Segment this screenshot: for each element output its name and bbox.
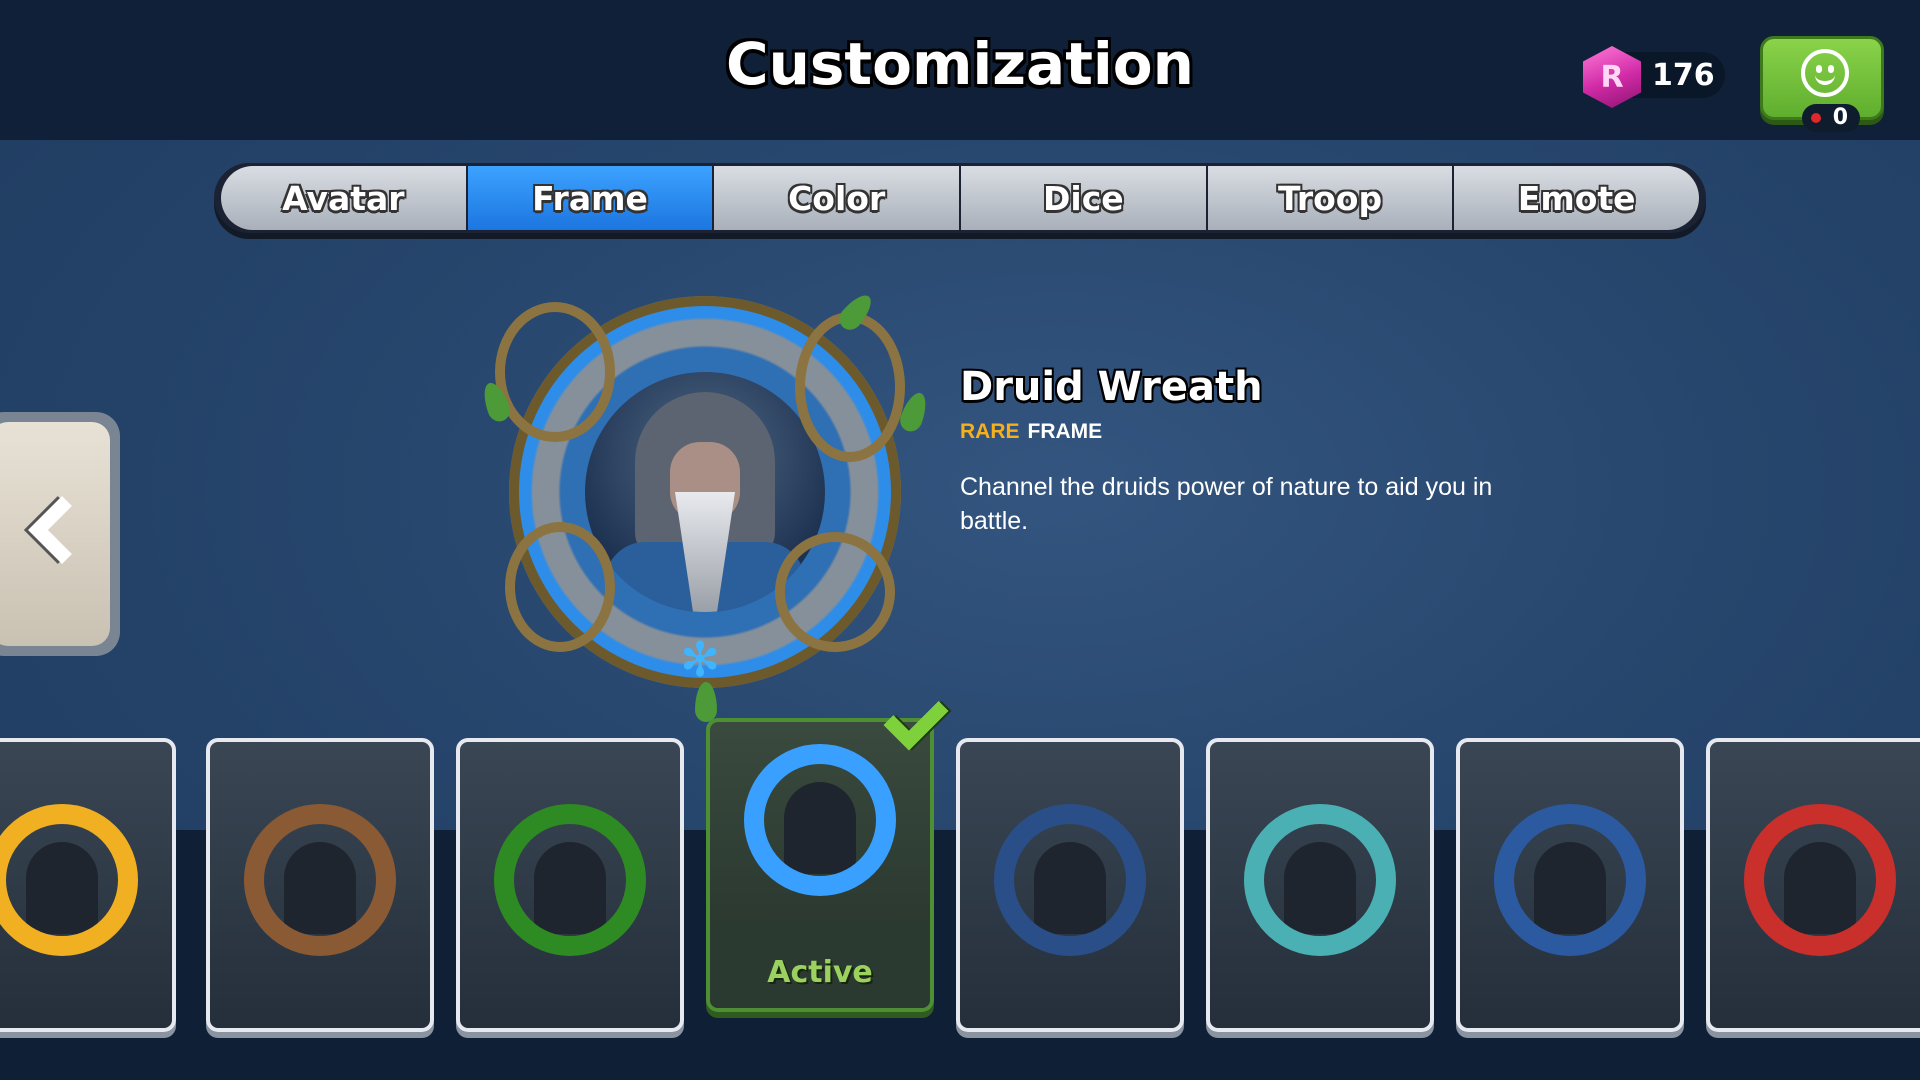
emote-count: 0 bbox=[1832, 105, 1848, 130]
green-star-frame-icon bbox=[494, 804, 646, 956]
currency-count: 176 bbox=[1652, 58, 1715, 93]
frame-preview: ✻ bbox=[478, 272, 932, 722]
druid-wreath-frame-icon bbox=[744, 744, 896, 896]
silver-horn-frame-icon bbox=[244, 804, 396, 956]
notification-dot-icon bbox=[1811, 113, 1821, 123]
category-tabs: Avatar Frame Color Dice Troop Emote bbox=[214, 163, 1706, 233]
tab-color[interactable]: Color bbox=[714, 166, 960, 230]
leaf-icon bbox=[695, 682, 717, 722]
rarity-label: RARE bbox=[960, 420, 1020, 443]
vine-decoration bbox=[505, 522, 615, 652]
chevron-left-icon bbox=[28, 496, 96, 564]
oni-mask-frame-icon bbox=[1744, 804, 1896, 956]
active-label: Active bbox=[767, 955, 873, 990]
spiked-gem-frame-icon bbox=[1494, 804, 1646, 956]
tab-troop[interactable]: Troop bbox=[1207, 166, 1453, 230]
smiley-icon bbox=[1801, 49, 1849, 97]
back-button[interactable] bbox=[0, 412, 120, 656]
tab-emote[interactable]: Emote bbox=[1454, 166, 1700, 230]
vine-decoration bbox=[775, 532, 895, 652]
item-type-label: FRAME bbox=[1027, 420, 1103, 443]
tab-frame[interactable]: Frame bbox=[467, 166, 713, 230]
snowflake-icon: ✻ bbox=[680, 632, 721, 688]
frame-card-druid-wreath-frame[interactable]: Active bbox=[706, 718, 934, 1012]
emote-count-badge: 0 bbox=[1802, 104, 1860, 132]
frame-card-oni-mask-frame[interactable] bbox=[1706, 738, 1920, 1032]
frame-card-gold-laurel-frame[interactable] bbox=[0, 738, 176, 1032]
frame-card-spiked-gem-frame[interactable] bbox=[1456, 738, 1684, 1032]
frame-card-silver-horn-frame[interactable] bbox=[206, 738, 434, 1032]
tab-dice[interactable]: Dice bbox=[961, 166, 1206, 230]
frame-description: Channel the druids power of nature to ai… bbox=[960, 473, 1493, 535]
frame-card-zombie-frame[interactable] bbox=[1206, 738, 1434, 1032]
frame-rarity: RARE FRAME bbox=[960, 420, 1102, 444]
zombie-frame-icon bbox=[1244, 804, 1396, 956]
vine-decoration bbox=[795, 312, 905, 462]
frame-card-green-star-frame[interactable] bbox=[456, 738, 684, 1032]
gold-laurel-frame-icon bbox=[0, 804, 138, 956]
frame-name: Druid Wreath bbox=[960, 364, 1263, 410]
frame-card-all-seeing-eye-frame[interactable] bbox=[956, 738, 1184, 1032]
vine-decoration bbox=[495, 302, 615, 442]
all-seeing-eye-frame-icon bbox=[994, 804, 1146, 956]
tab-avatar[interactable]: Avatar bbox=[221, 166, 466, 230]
